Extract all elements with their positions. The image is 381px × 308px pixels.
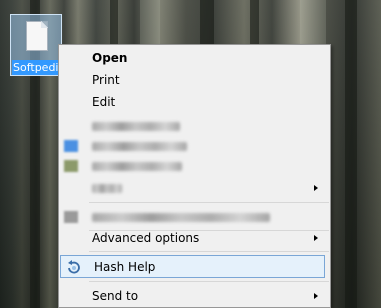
menu-item-print[interactable]: Print [59,69,330,91]
obscured-label [92,142,187,151]
obscured-label [92,184,122,193]
menu-item-obscured[interactable] [59,135,330,157]
submenu-arrow-icon [314,293,318,299]
menu-item-label: Advanced options [92,231,200,245]
submenu-arrow-icon [314,185,318,191]
menu-separator [89,251,329,252]
menu-item-obscured-submenu[interactable] [59,177,330,199]
menu-item-label: Edit [92,95,116,109]
obscured-icon [64,160,78,172]
menu-item-edit[interactable]: Edit [59,91,330,113]
menu-item-label: Open [92,51,128,65]
menu-item-obscured[interactable] [59,155,330,177]
submenu-arrow-icon [314,235,318,241]
menu-separator [89,281,329,282]
obscured-label [92,213,270,222]
obscured-label [92,122,180,131]
menu-item-label: Hash Help [94,260,156,274]
menu-item-obscured[interactable] [59,115,330,137]
menu-separator [89,202,329,203]
hash-help-icon [68,260,80,274]
menu-item-hash-help[interactable]: Hash Help [60,255,325,278]
tree-trunk [345,0,357,308]
obscured-label [92,162,182,171]
obscured-icon [64,140,78,152]
menu-item-advanced-options[interactable]: Advanced options [59,227,330,249]
menu-item-open[interactable]: Open [59,47,330,69]
obscured-icon [64,211,78,223]
menu-item-send-to[interactable]: Send to [59,285,330,307]
menu-item-label: Print [92,73,120,87]
menu-item-obscured[interactable] [59,206,330,228]
menu-item-label: Send to [92,289,139,303]
document-icon [26,21,48,51]
context-menu: Open Print Edit Advanced options Hash He… [58,44,331,308]
